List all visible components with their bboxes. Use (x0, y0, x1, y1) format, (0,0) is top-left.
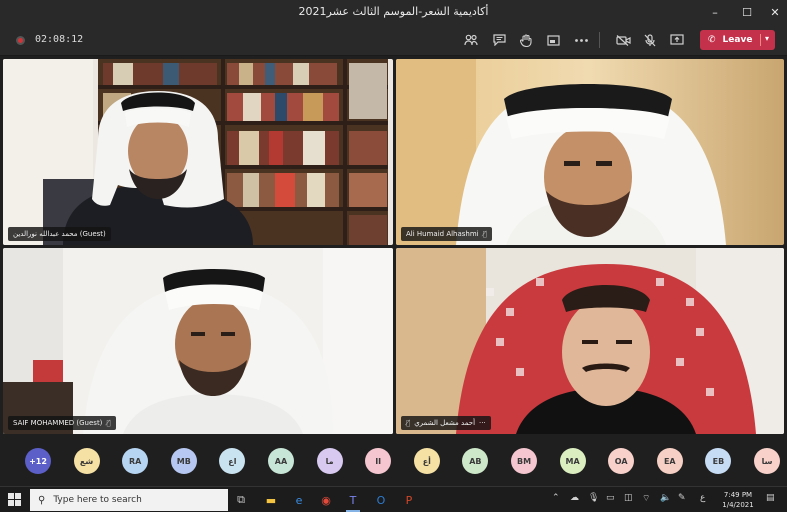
video-feed-3 (3, 248, 393, 434)
participant-avatar[interactable]: EB (705, 448, 732, 474)
microphone-icon[interactable]: 🎙 (588, 493, 599, 503)
edge-icon[interactable]: e (290, 491, 308, 509)
more-options-icon[interactable]: ··· (479, 419, 486, 427)
video-feed-2 (396, 59, 784, 245)
wifi-icon[interactable]: ⌔ (642, 493, 650, 504)
meeting-timer: 02:08:12 (35, 34, 84, 45)
video-grid: محمد عبدالله نورالدين (Guest) Ali Humaid… (0, 56, 787, 436)
raise-hand-icon[interactable] (515, 30, 537, 50)
mic-off-icon: 🎙̸ (106, 419, 111, 427)
maximize-button[interactable]: ☐ (732, 0, 762, 24)
participant-tile-3[interactable]: SAIF MOHAMMED (Guest) 🎙̸ (3, 248, 393, 434)
mic-off-icon: 🎙̸ (406, 419, 411, 427)
participant-avatar[interactable]: RA (122, 448, 149, 474)
search-icon: ⚲ (38, 494, 46, 506)
system-clock[interactable]: 7:49 PM 1/4/2021 (718, 490, 758, 510)
chat-icon[interactable] (488, 30, 510, 50)
participant-avatar[interactable]: BM (511, 448, 537, 474)
participant-name: محمد عبدالله نورالدين (Guest) (13, 230, 106, 238)
mic-off-icon: 🎙̸ (482, 230, 487, 238)
participant-name: أحمد مشعل الشمري (414, 419, 476, 427)
leave-button[interactable]: ✆ Leave ▾ (700, 30, 775, 50)
volume-icon[interactable]: 🔈 (660, 493, 671, 503)
participant-tile-4[interactable]: 🎙̸ أحمد مشعل الشمري ··· (396, 248, 784, 434)
chevron-up-icon[interactable]: ⌃ (552, 493, 560, 503)
windows-taskbar: ⚲ Type here to search ⧉ ▬ e ◉ T O P ⌃ ☁ … (0, 486, 787, 512)
taskbar-search-box[interactable]: ⚲ Type here to search (30, 489, 228, 511)
video-feed-1 (3, 59, 393, 245)
notification-icon[interactable]: ▤ (766, 493, 775, 503)
participant-name: SAIF MOHAMMED (Guest) (13, 419, 103, 427)
people-icon[interactable] (460, 30, 482, 50)
more-participants-badge[interactable]: +12 (25, 448, 51, 474)
participant-name-tag: SAIF MOHAMMED (Guest) 🎙̸ (8, 416, 116, 430)
more-icon[interactable] (570, 30, 592, 50)
task-view-icon[interactable]: ⧉ (232, 491, 250, 509)
teams-icon[interactable]: T (344, 491, 362, 512)
participant-avatar[interactable]: MB (170, 448, 197, 474)
hang-up-icon: ✆ (708, 35, 716, 45)
share-tray-icon[interactable] (542, 30, 564, 50)
clock-time: 7:49 PM (723, 491, 753, 499)
participant-avatar[interactable]: شع (73, 448, 100, 474)
file-explorer-icon[interactable]: ▬ (262, 491, 280, 509)
meeting-toolbar: 02:08:12 ✆ Leave ▾ (0, 24, 787, 56)
mic-off-icon[interactable] (639, 30, 661, 50)
toolbar-divider (599, 32, 600, 48)
participant-name-tag: محمد عبدالله نورالدين (Guest) (8, 227, 111, 241)
battery-icon[interactable]: ▭ (606, 493, 615, 503)
participant-tile-2[interactable]: Ali Humaid Alhashmi 🎙̸ (396, 59, 784, 245)
powerpoint-icon[interactable]: P (400, 491, 418, 509)
participant-avatar[interactable]: اع (219, 448, 246, 474)
chevron-down-icon[interactable]: ▾ (759, 34, 769, 46)
participant-avatar[interactable]: MA (559, 448, 586, 474)
participant-avatar[interactable]: سا (754, 448, 780, 474)
participant-name: Ali Humaid Alhashmi (406, 230, 479, 238)
participant-name-tag: 🎙̸ أحمد مشعل الشمري ··· (401, 416, 491, 430)
search-placeholder: Type here to search (53, 495, 142, 505)
windows-start-icon[interactable] (8, 493, 21, 506)
participant-avatar[interactable]: OA (608, 448, 635, 474)
camera-off-icon[interactable] (612, 30, 634, 50)
title-bar: أكاديمية الشعر-الموسم الثالث عشر2021 – ☐… (0, 0, 787, 24)
participant-avatar[interactable]: ما (316, 448, 343, 474)
participant-name-tag: Ali Humaid Alhashmi 🎙̸ (401, 227, 492, 241)
language-icon[interactable]: ع (700, 493, 705, 503)
cloud-icon[interactable]: ☁ (570, 493, 579, 503)
minimize-button[interactable]: – (700, 0, 730, 24)
recording-icon (16, 36, 25, 45)
share-icon[interactable] (666, 30, 688, 50)
pen-icon[interactable]: ✎ (678, 493, 686, 503)
leave-label: Leave (722, 35, 753, 45)
participant-avatar[interactable]: II (365, 448, 392, 474)
clock-date: 1/4/2021 (722, 501, 754, 509)
chrome-icon[interactable]: ◉ (317, 491, 335, 509)
outlook-icon[interactable]: O (372, 491, 390, 509)
video-feed-4 (396, 248, 784, 434)
close-button[interactable]: ✕ (760, 0, 787, 24)
network-icon[interactable]: ◫ (624, 493, 633, 503)
participant-avatar[interactable]: AA (268, 448, 294, 474)
participant-avatar[interactable]: أع (413, 448, 440, 474)
participant-avatar-strip: +12 شع RA MB اع AA ما II أع AB BM MA OA EA EB سا (0, 436, 787, 486)
participant-avatar[interactable]: EA (656, 448, 683, 474)
window-title: أكاديمية الشعر-الموسم الثالث عشر2021 (298, 5, 489, 18)
participant-tile-1[interactable]: محمد عبدالله نورالدين (Guest) (3, 59, 393, 245)
participant-avatar[interactable]: AB (462, 448, 489, 474)
